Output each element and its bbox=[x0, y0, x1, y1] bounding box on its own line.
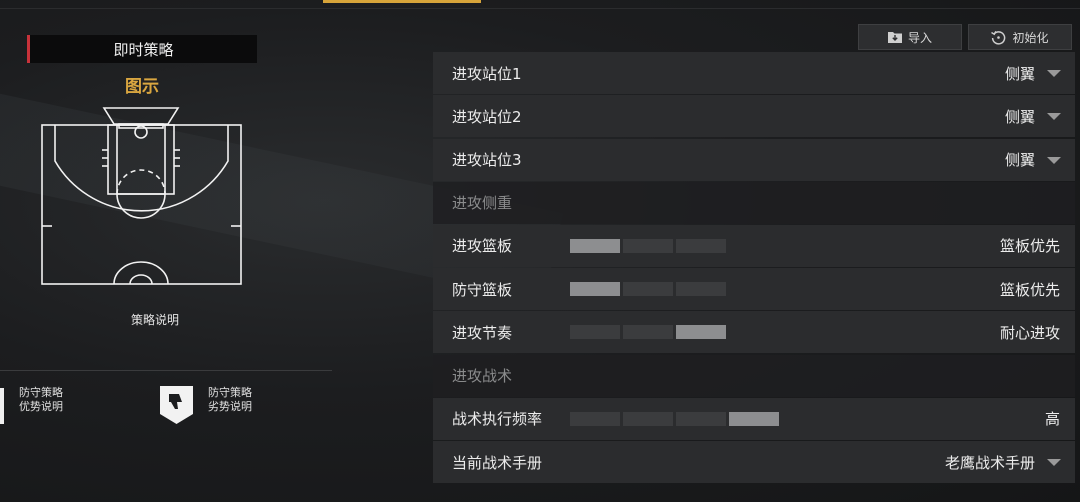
row-value: 耐心进攻 bbox=[999, 323, 1060, 342]
offensive-rebound-row[interactable]: 进攻篮板 篮板优先 bbox=[433, 224, 1075, 267]
tactic-frequency-row[interactable]: 战术执行频率 高 bbox=[433, 397, 1075, 440]
row-value: 侧翼 bbox=[1004, 107, 1035, 126]
reset-icon bbox=[991, 30, 1006, 45]
disadvantage-text: 防守策略 劣势说明 bbox=[208, 386, 252, 414]
advantage-text: 防守策略 优势说明 bbox=[19, 386, 63, 414]
init-button[interactable]: 初始化 bbox=[968, 24, 1072, 50]
level-segment[interactable] bbox=[623, 325, 673, 340]
level-segment[interactable] bbox=[676, 411, 726, 426]
row-value: 侧翼 bbox=[1004, 64, 1035, 83]
defensive-rebound-row[interactable]: 防守篮板 篮板优先 bbox=[433, 268, 1075, 311]
level-bar[interactable] bbox=[570, 282, 726, 297]
dropdown-arrow-icon[interactable] bbox=[1047, 156, 1061, 164]
level-segment[interactable] bbox=[570, 238, 620, 253]
row-label: 进攻节奏 bbox=[452, 323, 513, 342]
level-bar[interactable] bbox=[570, 411, 779, 426]
diagram-label: 图示 bbox=[125, 77, 159, 97]
advantage-line1: 防守策略 bbox=[19, 386, 63, 399]
tempo-row[interactable]: 进攻节奏 耐心进攻 bbox=[433, 311, 1075, 354]
row-value: 侧翼 bbox=[1004, 151, 1035, 170]
section-attack-tactics: 进攻战术 bbox=[433, 354, 1075, 397]
level-segment[interactable] bbox=[570, 325, 620, 340]
strategy-explain[interactable]: 策略说明 bbox=[80, 311, 230, 328]
init-label: 初始化 bbox=[1012, 30, 1049, 45]
court-diagram bbox=[41, 107, 242, 285]
import-label: 导入 bbox=[907, 30, 932, 45]
attack-position-3-row[interactable]: 进攻站位3 侧翼 bbox=[433, 138, 1075, 181]
level-segment[interactable] bbox=[676, 282, 726, 297]
row-value: 老鹰战术手册 bbox=[944, 453, 1035, 472]
row-label: 防守篮板 bbox=[452, 280, 513, 299]
thumbs-up-icon bbox=[0, 388, 4, 424]
level-segment[interactable] bbox=[623, 238, 673, 253]
level-bar[interactable] bbox=[570, 238, 726, 253]
strategy-title: 即时策略 bbox=[27, 35, 257, 63]
row-value: 高 bbox=[1044, 410, 1060, 429]
row-label: 进攻站位2 bbox=[452, 107, 522, 126]
import-button[interactable]: 导入 bbox=[858, 24, 962, 50]
row-label: 战术执行频率 bbox=[452, 410, 543, 429]
top-divider bbox=[0, 8, 1080, 9]
thumbs-down-icon bbox=[160, 386, 193, 424]
row-value: 篮板优先 bbox=[999, 280, 1060, 299]
level-segment[interactable] bbox=[623, 411, 673, 426]
row-value: 篮板优先 bbox=[999, 237, 1060, 256]
disadvantage-line2: 劣势说明 bbox=[208, 400, 252, 413]
dropdown-arrow-icon[interactable] bbox=[1047, 113, 1061, 121]
row-label: 进攻篮板 bbox=[452, 237, 513, 256]
folder-import-icon bbox=[887, 32, 902, 43]
level-segment[interactable] bbox=[729, 411, 779, 426]
left-divider bbox=[0, 370, 332, 371]
playbook-row[interactable]: 当前战术手册 老鹰战术手册 bbox=[433, 441, 1075, 484]
settings-panel: 进攻站位1 侧翼 进攻站位2 侧翼 进攻站位3 侧翼 进攻侧重 进攻篮板 篮板优… bbox=[433, 52, 1075, 484]
section-attack-focus: 进攻侧重 bbox=[433, 181, 1075, 224]
level-segment[interactable] bbox=[623, 282, 673, 297]
disadvantage-line1: 防守策略 bbox=[208, 386, 252, 399]
row-label: 进攻站位3 bbox=[452, 151, 522, 170]
level-segment[interactable] bbox=[570, 282, 620, 297]
level-segment[interactable] bbox=[570, 411, 620, 426]
row-label: 当前战术手册 bbox=[452, 453, 543, 472]
row-label: 进攻站位1 bbox=[452, 64, 522, 83]
level-segment[interactable] bbox=[676, 238, 726, 253]
level-segment[interactable] bbox=[676, 325, 726, 340]
attack-position-1-row[interactable]: 进攻站位1 侧翼 bbox=[433, 52, 1075, 94]
dropdown-arrow-icon[interactable] bbox=[1047, 459, 1061, 467]
attack-position-2-row[interactable]: 进攻站位2 侧翼 bbox=[433, 95, 1075, 138]
level-bar[interactable] bbox=[570, 325, 726, 340]
active-tab-indicator bbox=[323, 0, 481, 3]
advantage-line2: 优势说明 bbox=[19, 400, 63, 413]
dropdown-arrow-icon[interactable] bbox=[1047, 70, 1061, 77]
